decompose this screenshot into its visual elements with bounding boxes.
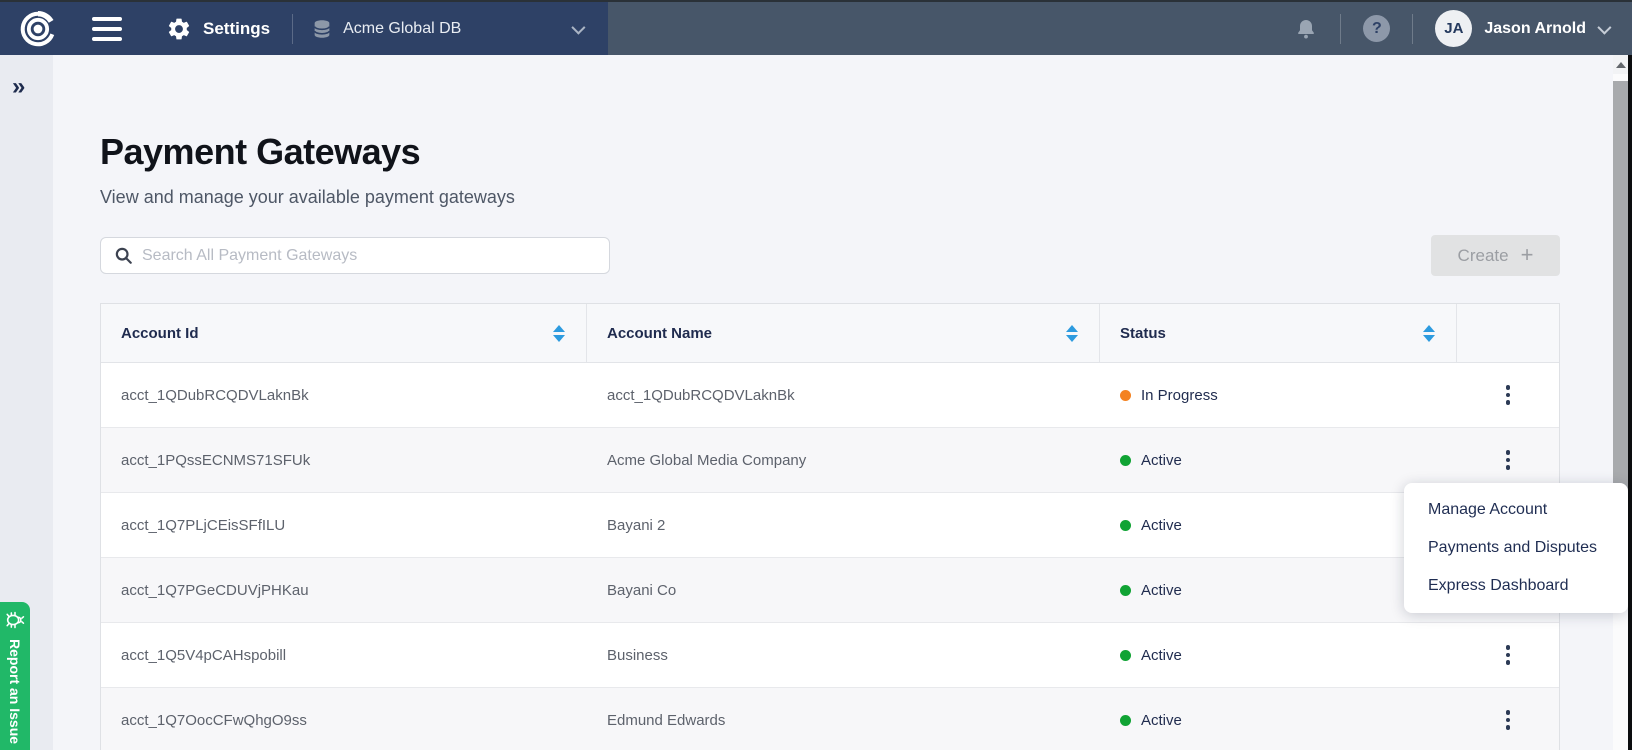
status-label: Active (1141, 517, 1182, 534)
cell-actions (1457, 623, 1559, 687)
expand-sidebar-icon[interactable]: » (12, 75, 25, 99)
hamburger-menu-icon[interactable] (92, 17, 124, 41)
sort-icon[interactable] (1423, 325, 1435, 342)
kebab-menu-icon[interactable] (1496, 639, 1521, 671)
search-input[interactable] (142, 247, 609, 265)
status-dot (1120, 520, 1131, 531)
main-content: Payment Gateways View and manage your av… (53, 55, 1632, 750)
menu-item-express-dashboard[interactable]: Express Dashboard (1404, 567, 1628, 605)
top-navbar: Settings Acme Global DB (0, 0, 1632, 55)
status-label: In Progress (1141, 387, 1218, 404)
status-label: Active (1141, 647, 1182, 664)
gear-icon (166, 16, 192, 42)
create-button[interactable]: Create + (1431, 235, 1560, 276)
vertical-scrollbar (1613, 55, 1628, 750)
help-icon: ? (1363, 15, 1390, 42)
bell-icon (1294, 17, 1318, 41)
kebab-menu-icon[interactable] (1496, 379, 1521, 411)
cell-actions (1457, 363, 1559, 427)
table-body: acct_1QDubRCQDVLaknBk acct_1QDubRCQDVLak… (101, 363, 1559, 750)
table-header: Account Id Account Name Status (101, 304, 1559, 363)
table-row[interactable]: acct_1PQssECNMS71SFUk Acme Global Media … (101, 428, 1559, 493)
cell-status: Active (1100, 623, 1457, 687)
cell-account-name: acct_1QDubRCQDVLaknBk (587, 363, 1100, 427)
row-actions-context-menu: Manage Account Payments and Disputes Exp… (1404, 483, 1628, 613)
cell-actions (1457, 688, 1559, 750)
database-name: Acme Global DB (343, 20, 461, 38)
database-icon (311, 18, 333, 40)
page-title: Payment Gateways (100, 131, 1632, 173)
bug-icon (4, 609, 26, 631)
cell-account-id: acct_1Q7PGeCDUVjPHKau (101, 558, 587, 622)
status-label: Active (1141, 712, 1182, 729)
table-row[interactable]: acct_1Q7PLjCEisSFfILU Bayani 2 Active (101, 493, 1559, 558)
cell-account-name: Acme Global Media Company (587, 428, 1100, 492)
report-issue-tab[interactable]: Report an Issue (0, 602, 30, 750)
help-button[interactable]: ? (1363, 15, 1390, 42)
navbar-divider (1340, 14, 1341, 44)
navbar-left-section: Settings Acme Global DB (0, 2, 608, 55)
cell-account-name: Bayani Co (587, 558, 1100, 622)
window-edge (1628, 55, 1632, 750)
app-logo-icon[interactable] (16, 7, 60, 51)
cell-status: Active (1100, 688, 1457, 750)
chevron-down-icon (571, 20, 585, 34)
kebab-menu-icon[interactable] (1496, 444, 1521, 476)
column-header-status[interactable]: Status (1100, 304, 1457, 362)
table-row[interactable]: acct_1Q7PGeCDUVjPHKau Bayani Co Active (101, 558, 1559, 623)
scroll-up-arrow-icon[interactable] (1613, 55, 1628, 74)
status-dot (1120, 390, 1131, 401)
cell-account-id: acct_1Q7PLjCEisSFfILU (101, 493, 587, 557)
cell-account-id: acct_1PQssECNMS71SFUk (101, 428, 587, 492)
navbar-divider (1412, 14, 1413, 44)
cell-status: In Progress (1100, 363, 1457, 427)
navbar-right-section: ? JA Jason Arnold (608, 2, 1632, 55)
report-issue-label: Report an Issue (7, 639, 23, 744)
app-window: Settings Acme Global DB (0, 0, 1632, 750)
settings-label: Settings (203, 19, 270, 39)
menu-item-payments-and-disputes[interactable]: Payments and Disputes (1404, 529, 1628, 567)
settings-nav-item[interactable]: Settings (166, 16, 270, 42)
column-header-account-id[interactable]: Account Id (101, 304, 587, 362)
plus-icon: + (1521, 244, 1534, 266)
chevron-down-icon (1597, 20, 1611, 34)
status-dot (1120, 585, 1131, 596)
cell-account-id: acct_1QDubRCQDVLaknBk (101, 363, 587, 427)
cell-account-name: Edmund Edwards (587, 688, 1100, 750)
cell-account-id: acct_1Q7OocCFwQhgO9ss (101, 688, 587, 750)
sort-icon[interactable] (553, 325, 565, 342)
status-dot (1120, 715, 1131, 726)
status-dot (1120, 650, 1131, 661)
column-header-account-name[interactable]: Account Name (587, 304, 1100, 362)
search-box (100, 237, 610, 274)
column-header-actions (1457, 304, 1559, 362)
cell-account-name: Business (587, 623, 1100, 687)
user-menu[interactable]: JA Jason Arnold (1435, 10, 1608, 47)
sort-icon[interactable] (1066, 325, 1078, 342)
table-row[interactable]: acct_1Q7OocCFwQhgO9ss Edmund Edwards Act… (101, 688, 1559, 750)
search-icon (114, 246, 133, 265)
table-row[interactable]: acct_1QDubRCQDVLaknBk acct_1QDubRCQDVLak… (101, 363, 1559, 428)
create-button-label: Create (1458, 246, 1509, 266)
status-dot (1120, 455, 1131, 466)
table-row[interactable]: acct_1Q5V4pCAHspobill Business Active (101, 623, 1559, 688)
cell-account-id: acct_1Q5V4pCAHspobill (101, 623, 587, 687)
avatar: JA (1435, 10, 1472, 47)
page-subtitle: View and manage your available payment g… (100, 187, 1632, 208)
kebab-menu-icon[interactable] (1496, 704, 1521, 736)
database-selector[interactable]: Acme Global DB (311, 18, 582, 40)
navbar-divider (292, 14, 293, 44)
status-label: Active (1141, 452, 1182, 469)
user-name: Jason Arnold (1484, 20, 1586, 38)
status-label: Active (1141, 582, 1182, 599)
cell-status: Active (1100, 428, 1457, 492)
menu-item-manage-account[interactable]: Manage Account (1404, 491, 1628, 529)
notifications-button[interactable] (1294, 17, 1318, 41)
cell-account-name: Bayani 2 (587, 493, 1100, 557)
payment-gateways-table: Account Id Account Name Status acct_1QDu… (100, 303, 1560, 750)
toolbar: Create + (100, 235, 1560, 276)
